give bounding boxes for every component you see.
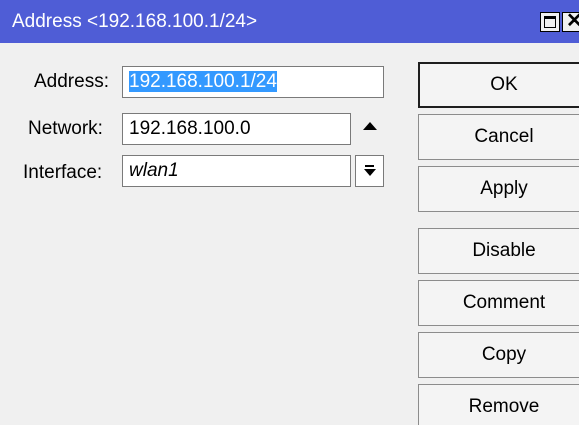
dropdown-arrow [364, 169, 376, 176]
cancel-button[interactable]: Cancel [418, 114, 579, 160]
network-label: Network: [28, 118, 103, 139]
network-input[interactable]: 192.168.100.0 [122, 113, 351, 145]
remove-button[interactable]: Remove [418, 384, 579, 425]
triangle-up-icon[interactable] [363, 122, 377, 130]
apply-button[interactable]: Apply [418, 166, 579, 212]
interface-select[interactable]: wlan1 [122, 155, 351, 187]
disable-button[interactable]: Disable [418, 228, 579, 274]
dropdown-arrow-icon[interactable] [355, 155, 384, 187]
title-bar[interactable]: Address <192.168.100.1/24> ✕ [0, 0, 579, 43]
maximize-icon[interactable] [540, 12, 560, 32]
interface-value: wlan1 [129, 160, 179, 181]
address-dialog: Address <192.168.100.1/24> ✕ Address: 19… [0, 0, 579, 425]
network-value: 192.168.100.0 [129, 118, 251, 139]
window-title: Address <192.168.100.1/24> [12, 11, 258, 32]
address-label: Address: [34, 71, 109, 92]
interface-label: Interface: [23, 162, 103, 183]
comment-button[interactable]: Comment [418, 280, 579, 326]
dropdown-bar [365, 165, 374, 167]
close-icon[interactable]: ✕ [562, 12, 579, 32]
address-input[interactable]: 192.168.100.1/24 [122, 66, 384, 98]
copy-button[interactable]: Copy [418, 332, 579, 378]
address-value: 192.168.100.1/24 [129, 71, 277, 92]
close-glyph: ✕ [566, 13, 579, 31]
ok-button[interactable]: OK [418, 62, 579, 108]
